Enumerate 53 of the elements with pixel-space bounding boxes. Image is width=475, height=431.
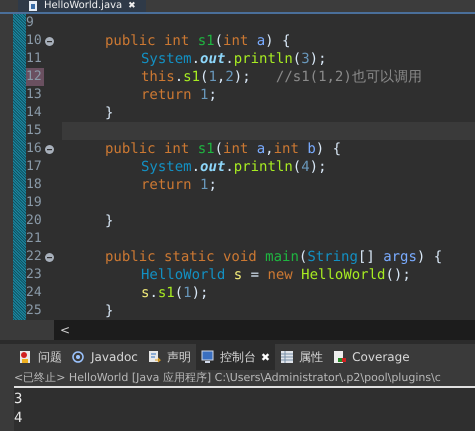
view-tab[interactable]: Javadoc: [67, 344, 143, 370]
line-number: 22: [26, 248, 43, 266]
line-number: 10: [26, 32, 43, 50]
code-line: public int s1(int a,int b) {: [105, 140, 342, 158]
view-tab[interactable]: Coverage: [328, 344, 415, 370]
code-line: System.out.println(4);: [141, 158, 326, 176]
line-number: 20: [26, 212, 43, 230]
output-line: 4: [14, 409, 24, 428]
code-line: return 1;: [141, 86, 217, 104]
code-line: }: [105, 104, 114, 122]
view-tab[interactable]: 声明: [142, 344, 196, 370]
line-number: 25: [26, 302, 43, 320]
code-line: HelloWorld s = new HelloWorld();: [141, 266, 411, 284]
table-icon: [280, 350, 294, 364]
code-line: return 1;: [141, 176, 217, 194]
line-number: 21: [26, 230, 43, 248]
line-number: 16: [26, 140, 43, 158]
collapse-icon[interactable]: [45, 252, 54, 262]
code-line: public static void main(String[] args) {: [105, 248, 442, 266]
code-line: public int s1(int a) {: [105, 32, 290, 50]
monitor-icon: [200, 350, 215, 364]
code-line: System.out.println(3);: [141, 50, 326, 68]
line-number: 11: [26, 50, 43, 68]
editor-tab[interactable]: HelloWorld.java ✖: [18, 0, 146, 12]
line-number: 12: [26, 68, 44, 86]
document-arrow-icon: [148, 350, 162, 364]
output-line: 3: [14, 390, 24, 409]
problems-icon: [19, 350, 33, 364]
line-number: 18: [26, 176, 43, 194]
console-header: <已终止> HelloWorld [Java 应用程序] C:\Users\Administrator\.p2\pool\plugins\c: [14, 370, 475, 388]
scroll-left-arrow[interactable]: <: [54, 323, 76, 337]
view-tab[interactable]: 属性: [275, 344, 328, 370]
line-number: 14: [26, 104, 43, 122]
line-number: 15: [26, 122, 43, 140]
line-number: 17: [26, 158, 43, 176]
at-sign-icon: [72, 350, 86, 364]
view-tab[interactable]: 问题: [14, 344, 67, 370]
view-tab[interactable]: 控制台 ✖: [196, 344, 276, 370]
code-line: }: [105, 212, 114, 230]
code-line: }: [105, 302, 114, 320]
code-line: this.s1(1,2); //s1(1,2)也可以调用: [141, 68, 422, 86]
file-icon: [28, 1, 38, 11]
close-icon[interactable]: ✖: [260, 350, 270, 364]
coverage-report-icon: [333, 350, 348, 364]
line-number: 9: [26, 14, 35, 32]
close-icon[interactable]: ✖: [128, 0, 136, 12]
line-number: 13: [26, 86, 43, 104]
line-number: 19: [26, 194, 43, 212]
collapse-icon[interactable]: [45, 36, 54, 46]
code-line: s.s1(1);: [141, 284, 208, 302]
line-number: 24: [26, 284, 43, 302]
collapse-icon[interactable]: [45, 144, 54, 154]
line-number: 23: [26, 266, 43, 284]
